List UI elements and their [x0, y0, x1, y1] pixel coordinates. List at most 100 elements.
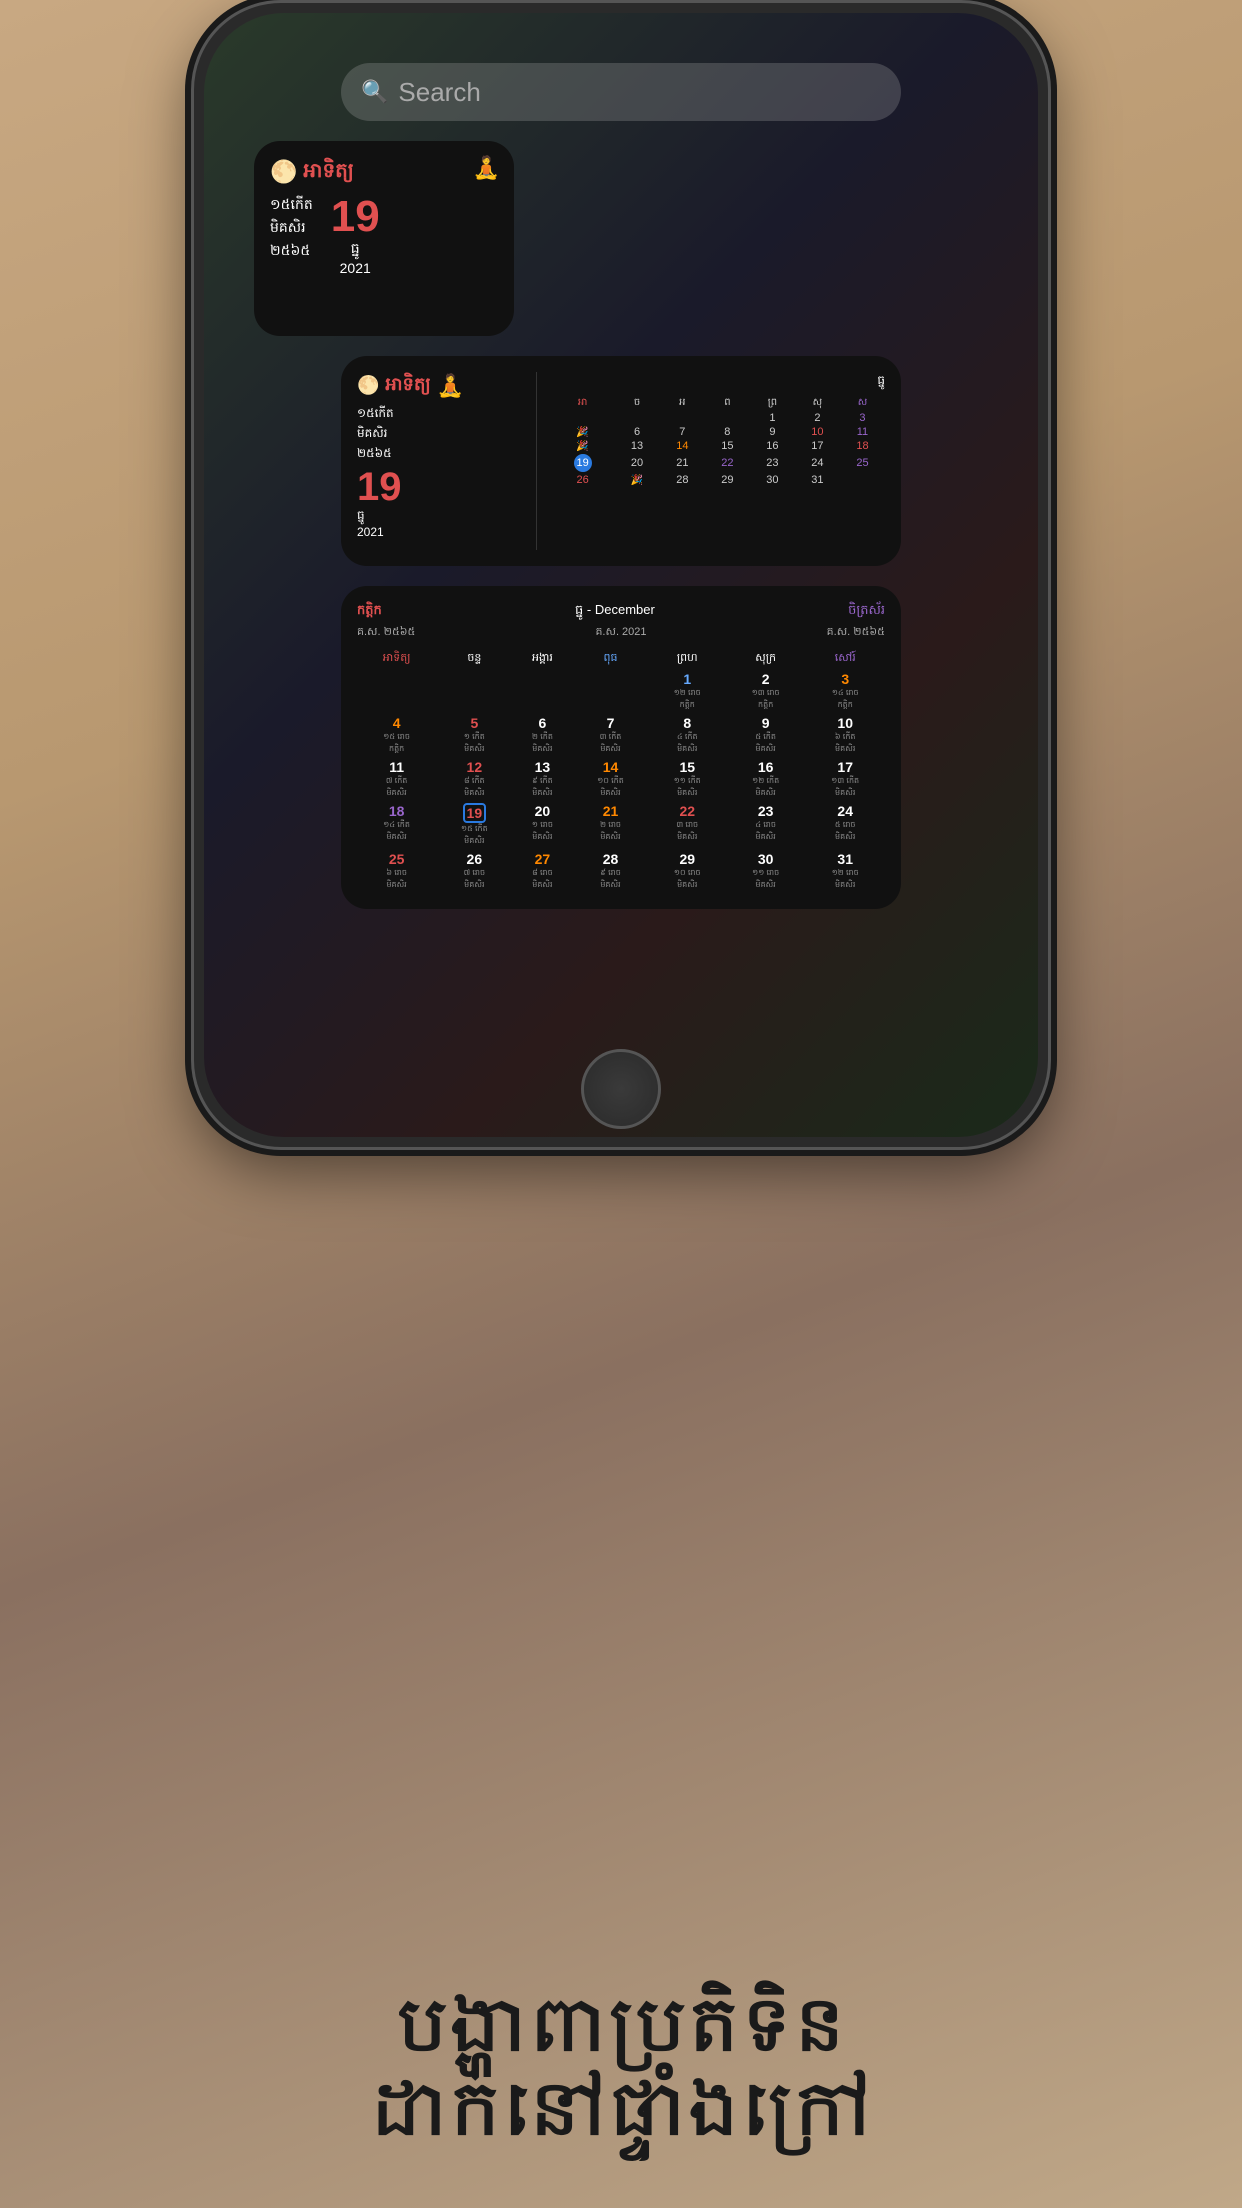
- cal-cell: 16 ១២ កើត មិគសិរ: [726, 757, 806, 801]
- cal-cell: 24: [795, 453, 840, 473]
- cal-cell: [705, 411, 750, 425]
- cal-cell: 8 ៤ កើត មិគសិរ: [649, 713, 726, 757]
- phone-frame: 🔍 Search 🌕 អាទិត្យ 🧘 ១៥កើត មិគសិរ ២៥៦៥ 1…: [191, 0, 1051, 1150]
- wl-sub-left: គ.ស. ២៥៦៥: [357, 625, 415, 641]
- cal-cell: 1: [750, 411, 795, 425]
- cal-cell: 20 ១ រោច មិគសិរ: [512, 801, 572, 849]
- search-icon: 🔍: [361, 79, 388, 105]
- cal-cell: [357, 669, 436, 713]
- volume-up-button: [191, 293, 194, 373]
- cal-cell: 26: [551, 473, 614, 487]
- wl-sub-center: គ.ស. 2021: [595, 625, 646, 641]
- moon-icon: 🌕: [270, 159, 297, 185]
- wm-month: ធ្នូ: [357, 507, 524, 525]
- cal-cell: 17 ១៣ កើត មិគសិរ: [805, 757, 885, 801]
- wm-year: 2021: [357, 525, 524, 539]
- cal-cell: 20: [614, 453, 660, 473]
- cal-cell: 7 ៣ កើត មិគសិរ: [572, 713, 648, 757]
- cal-cell: 21: [660, 453, 705, 473]
- cal-cell: 19: [551, 453, 614, 473]
- bottom-text-area: បង្ហាញប្រតិទិន ដាក់នៅផ្ទាំងក្រៅ: [171, 1990, 1071, 2158]
- th-thursday: ព្រ: [750, 394, 795, 411]
- th-saturday: ស: [840, 394, 885, 411]
- cal-cell: 17: [795, 439, 840, 453]
- cal-cell: 2: [795, 411, 840, 425]
- cal-cell: 29: [705, 473, 750, 487]
- cal-cell: 6: [614, 425, 660, 439]
- cal-cell-today: 19 ១៥ កើត មិគសិរ: [436, 801, 512, 849]
- wl-th-thursday: ព្រហ: [649, 649, 726, 669]
- khmer-date-1: ១៥កើត: [270, 195, 313, 216]
- th-friday: សុ: [795, 394, 840, 411]
- search-bar[interactable]: 🔍 Search: [341, 63, 901, 121]
- wl-center-title: ធ្នូ - December: [575, 602, 655, 621]
- cal-cell: 30: [750, 473, 795, 487]
- month-small: ធ្នូ: [351, 239, 360, 260]
- cal-cell: 29 ១០ រោច មិគសិរ: [649, 849, 726, 893]
- cal-cell: 31: [795, 473, 840, 487]
- wl-th-monday: ចន្ទ: [436, 649, 512, 669]
- wl-th-tuesday: អង្គារ: [512, 649, 572, 669]
- cal-cell: 2 ១៣ រោច កត្ដិក: [726, 669, 806, 713]
- cal-cell: 4 ១៥ រោច កត្ដិក: [357, 713, 436, 757]
- volume-mute-button: [191, 203, 194, 263]
- cal-cell: 23: [750, 453, 795, 473]
- cal-cell: 15: [705, 439, 750, 453]
- cal-cell: 31 ១២ រោច មិគសិរ: [805, 849, 885, 893]
- cal-cell: 28 ៩ រោច មិគសិរ: [572, 849, 648, 893]
- cal-cell: 1 ១២ រោច កត្ដិក: [649, 669, 726, 713]
- cal-cell: 🎉: [551, 439, 614, 453]
- cal-cell: [551, 411, 614, 425]
- cal-cell: 16: [750, 439, 795, 453]
- day-number-small: 19: [331, 195, 380, 239]
- cal-cell: [572, 669, 648, 713]
- cal-cell: 🎉: [551, 425, 614, 439]
- wm-title: អាទិត្យ: [385, 372, 430, 399]
- widget-small: 🌕 អាទិត្យ 🧘 ១៥កើត មិគសិរ ២៥៦៥ 19 ធ្នូ 20…: [254, 141, 514, 336]
- cal-cell: 14: [660, 439, 705, 453]
- wl-th-saturday: សៅរ៍: [805, 649, 885, 669]
- khmer-date-3: ២៥៦៥: [270, 241, 313, 262]
- cal-cell: 22: [705, 453, 750, 473]
- wm-buddha-icon: 🧘: [437, 373, 464, 399]
- wm-khmer-3: ២៥៦៥: [357, 445, 524, 463]
- cal-cell: 25 ៦ រោច មិគសិរ: [357, 849, 436, 893]
- wm-khmer-2: មិគសិរ: [357, 425, 524, 443]
- cal-cell: 9 ៥ កើត មិគសិរ: [726, 713, 806, 757]
- home-button[interactable]: [581, 1049, 661, 1129]
- widget-medium: 🌕 អាទិត្យ 🧘 ១៥កើត មិគសិរ ២៥៦៥ 19 ធ្នូ 20…: [341, 356, 901, 566]
- cal-cell: 28: [660, 473, 705, 487]
- buddha-icon: 🧘: [473, 155, 500, 181]
- wl-sub-right: គ.ស. ២៥៦៥: [827, 625, 885, 641]
- cal-cell: 5 ១ កើត មិគសិរ: [436, 713, 512, 757]
- wl-th-friday: សុក្រ: [726, 649, 806, 669]
- cal-cell: 13 ៩ កើត មិគសិរ: [512, 757, 572, 801]
- cal-cell: 7: [660, 425, 705, 439]
- cal-cell: 11 ៧ កើត មិគសិរ: [357, 757, 436, 801]
- khmer-date-2: មិគសិរ: [270, 218, 313, 239]
- cal-cell: 11: [840, 425, 885, 439]
- cal-cell: 24 ៥ រោច មិគសិរ: [805, 801, 885, 849]
- cal-cell: 8: [705, 425, 750, 439]
- cal-cell: [614, 411, 660, 425]
- wl-th-wednesday: ពុធ: [572, 649, 648, 669]
- large-calendar: អាទិត្យ ចន្ទ អង្គារ ពុធ ព្រហ សុក្រ សៅរ៍: [357, 649, 885, 893]
- power-button: [1048, 313, 1051, 423]
- phone-screen: 🔍 Search 🌕 អាទិត្យ 🧘 ១៥កើត មិគសិរ ២៥៦៥ 1…: [204, 13, 1038, 1137]
- year-small: 2021: [340, 260, 371, 276]
- cal-cell: 25: [840, 453, 885, 473]
- wl-right-title: ចិត្រស័រ: [848, 602, 885, 621]
- cal-cell: 14 ១០ កើត មិគសិរ: [572, 757, 648, 801]
- cal-cell: [840, 473, 885, 487]
- cal-cell: 3: [840, 411, 885, 425]
- mini-cal-month: ធ្នូ: [877, 372, 885, 390]
- th-tuesday: អ: [660, 394, 705, 411]
- wl-left-title: កត្ដិក: [357, 602, 382, 621]
- wl-th-sunday: អាទិត្យ: [357, 649, 436, 669]
- cal-cell: [436, 669, 512, 713]
- wm-moon-icon: 🌕: [357, 375, 379, 396]
- th-wednesday: ព: [705, 394, 750, 411]
- cal-cell: 18 ១៤ កើត មិគសិរ: [357, 801, 436, 849]
- th-monday: ច: [614, 394, 660, 411]
- cal-cell: 27 ៨ រោច មិគសិរ: [512, 849, 572, 893]
